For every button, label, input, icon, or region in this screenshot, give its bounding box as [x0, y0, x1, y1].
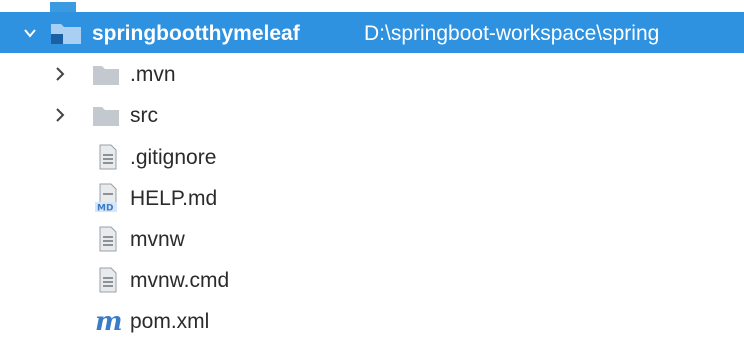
svg-text:m: m: [95, 309, 122, 333]
tree-item-label: HELP.md: [130, 187, 218, 210]
tree-item-label: .gitignore: [130, 146, 217, 169]
tree-row-gitignore[interactable]: .gitignore: [0, 136, 744, 177]
project-root-path: D:\springboot-workspace\spring: [364, 22, 660, 45]
chevron-down-icon[interactable]: [22, 25, 38, 41]
tree-row-src[interactable]: src: [0, 95, 744, 136]
tree-row-help-md[interactable]: MD HELP.md: [0, 177, 744, 218]
folder-icon: [93, 66, 119, 85]
tree-item-label: pom.xml: [130, 310, 210, 333]
tree-item-label: src: [130, 104, 158, 127]
folder-icon: [93, 107, 119, 126]
tree-item-label: mvnw: [130, 228, 185, 251]
tree-row-mvn[interactable]: .mvn: [0, 54, 744, 95]
tree-row-project-root[interactable]: springbootthymeleaf D:\springboot-worksp…: [0, 12, 744, 53]
project-root-name: springbootthymeleaf: [92, 22, 300, 45]
project-tree: springbootthymeleaf D:\springboot-worksp…: [0, 0, 744, 337]
tree-row-mvnw-cmd[interactable]: mvnw.cmd: [0, 259, 744, 300]
text-file-icon: [99, 226, 117, 252]
cut-off-tree-row: [0, 0, 744, 12]
tree-item-label: .mvn: [130, 63, 176, 86]
project-folder-icon: [51, 24, 81, 44]
svg-text:MD: MD: [97, 204, 113, 214]
markdown-file-icon: MD: [95, 183, 117, 214]
chevron-right-icon[interactable]: [52, 66, 68, 82]
maven-pom-icon: m: [95, 309, 122, 333]
chevron-right-icon[interactable]: [52, 107, 68, 123]
tree-row-pom-xml[interactable]: m pom.xml: [0, 300, 744, 337]
tree-row-mvnw[interactable]: mvnw: [0, 218, 744, 259]
tree-item-label: mvnw.cmd: [130, 269, 230, 292]
folder-icon: [50, 2, 76, 12]
text-file-icon: [99, 267, 117, 293]
text-file-icon: [99, 144, 117, 170]
